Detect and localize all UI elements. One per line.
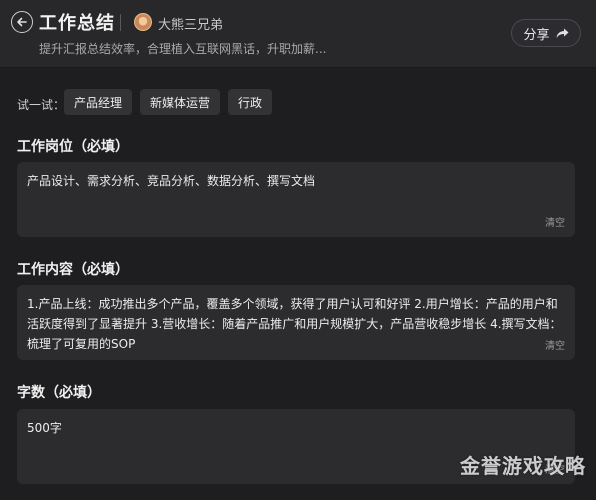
author-name[interactable]: 大熊三兄弟 [158,14,223,33]
share-arrow-icon [556,28,568,38]
chip-product-manager[interactable]: 产品经理 [64,89,133,115]
clear-content-button[interactable]: 清空 [545,337,565,352]
share-button[interactable]: 分享 [511,19,581,47]
chip-admin[interactable]: 行政 [228,89,273,115]
page-title: 工作总结 [39,13,115,34]
back-arrow-icon [17,17,27,27]
position-field[interactable]: 产品设计、需求分析、竞品分析、数据分析、撰写文档 清空 [17,162,575,237]
page-subtitle: 提升汇报总结效率，合理植入互联网黑话，升职加薪... [39,42,327,56]
watermark: 金誉游戏攻略 [460,454,586,478]
wordcount-label: 字数（必填） [17,385,101,401]
clear-position-button[interactable]: 清空 [545,214,565,229]
back-button[interactable] [11,11,33,33]
content-value[interactable]: 1.产品上线：成功推出多个产品，覆盖多个领域，获得了用户认可和好评 2.用户增长… [27,294,565,354]
header-divider [120,14,121,31]
position-label: 工作岗位（必填） [17,139,129,155]
try-label: 试一试： [17,98,66,112]
content-label: 工作内容（必填） [17,262,129,278]
author-avatar[interactable] [134,13,152,31]
top-bar: 工作总结 大熊三兄弟 提升汇报总结效率，合理植入互联网黑话，升职加薪... 分享 [0,0,596,68]
wordcount-value[interactable]: 500字 [27,418,565,438]
share-label: 分享 [523,27,550,43]
chip-new-media-ops[interactable]: 新媒体运营 [140,89,221,115]
position-value[interactable]: 产品设计、需求分析、竞品分析、数据分析、撰写文档 [27,171,565,191]
content-field[interactable]: 1.产品上线：成功推出多个产品，覆盖多个领域，获得了用户认可和好评 2.用户增长… [17,285,575,360]
